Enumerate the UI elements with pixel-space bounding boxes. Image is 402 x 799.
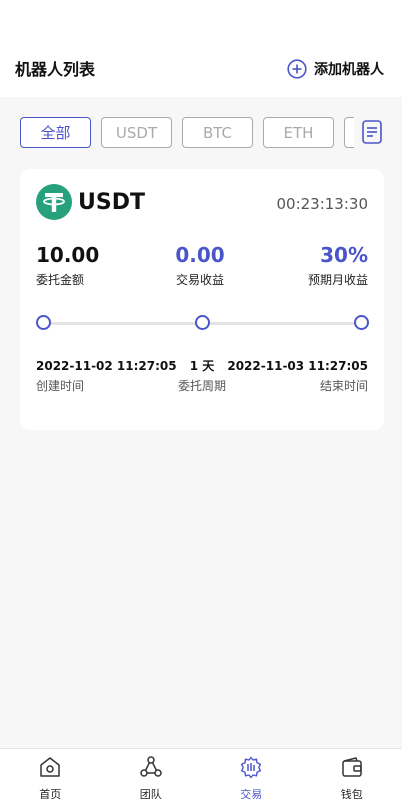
tab-wallet[interactable]: 钱包 bbox=[302, 749, 402, 799]
tab-team[interactable]: 团队 bbox=[101, 749, 202, 799]
tether-logo-icon bbox=[36, 184, 72, 220]
list-icon[interactable] bbox=[362, 120, 382, 144]
stat-monthly: 30% 预期月收益 bbox=[308, 243, 368, 288]
start-dot bbox=[36, 315, 51, 330]
page-title: 机器人列表 bbox=[15, 60, 96, 79]
filter-tab-btc[interactable]: BTC bbox=[182, 117, 253, 148]
monthly-value: 30% bbox=[320, 243, 368, 267]
team-icon bbox=[139, 755, 163, 783]
trade-icon bbox=[239, 755, 263, 783]
stat-profit: 0.00 交易收益 bbox=[162, 243, 238, 288]
amount-value: 10.00 bbox=[36, 243, 100, 267]
filter-tab-usdt[interactable]: USDT bbox=[101, 117, 172, 148]
tab-home-label: 首页 bbox=[39, 788, 62, 799]
add-robot-label: 添加机器人 bbox=[314, 62, 384, 78]
countdown-timer: 00:23:13:30 bbox=[276, 195, 368, 213]
robot-card[interactable]: USDT 00:23:13:30 10.00 委托金额 0.00 交易收益 30… bbox=[20, 169, 384, 430]
profit-label: 交易收益 bbox=[175, 273, 224, 287]
profit-value: 0.00 bbox=[175, 243, 225, 267]
mid-dot bbox=[195, 315, 210, 330]
end-time-value: 2022-11-03 11:27:05 bbox=[227, 359, 368, 373]
stat-amount: 10.00 委托金额 bbox=[36, 243, 99, 288]
end-time-label: 结束时间 bbox=[319, 379, 368, 393]
wallet-icon bbox=[340, 755, 364, 783]
header: 机器人列表 添加机器人 bbox=[0, 0, 402, 97]
tab-trade-label: 交易 bbox=[240, 788, 263, 799]
filter-tab-eth[interactable]: ETH bbox=[263, 117, 334, 148]
tab-trade[interactable]: 交易 bbox=[201, 749, 302, 799]
amount-label: 委托金额 bbox=[36, 273, 85, 287]
plus-circle-icon bbox=[287, 59, 307, 79]
tab-wallet-label: 钱包 bbox=[340, 788, 363, 799]
add-robot-button[interactable]: 添加机器人 bbox=[287, 58, 384, 80]
filter-tab-more[interactable] bbox=[344, 117, 354, 148]
home-icon bbox=[38, 755, 62, 783]
tab-team-label: 团队 bbox=[139, 788, 162, 799]
end-dot bbox=[354, 315, 369, 330]
filter-tab-all[interactable]: 全部 bbox=[20, 117, 91, 148]
coin-name: USDT bbox=[78, 190, 145, 215]
end-info: 2022-11-03 11:27:05 结束时间 bbox=[227, 358, 368, 394]
bottom-tabbar: 首页 团队 交易 钱包 bbox=[0, 748, 402, 799]
coin-filter-bar: 全部 USDT BTC ETH bbox=[20, 117, 354, 149]
monthly-label: 预期月收益 bbox=[307, 273, 368, 287]
tab-home[interactable]: 首页 bbox=[0, 749, 101, 799]
